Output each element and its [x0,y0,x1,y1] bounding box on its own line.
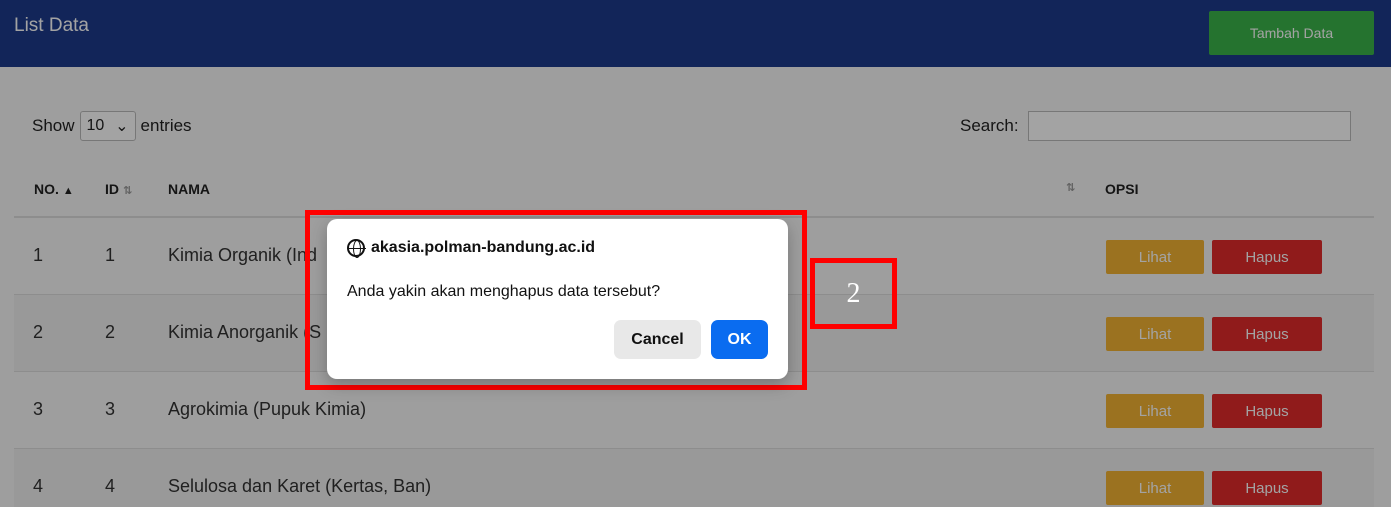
confirm-dialog: akasia.polman-bandung.ac.id Anda yakin a… [327,219,788,379]
dialog-message: Anda yakin akan menghapus data tersebut? [347,283,661,300]
dialog-host-text: akasia.polman-bandung.ac.id [371,239,596,256]
dialog-host: akasia.polman-bandung.ac.id [347,239,596,258]
globe-icon [347,239,366,258]
annotation-box-number: 2 [810,258,897,329]
cancel-button[interactable]: Cancel [614,320,701,359]
ok-button[interactable]: OK [711,320,768,359]
